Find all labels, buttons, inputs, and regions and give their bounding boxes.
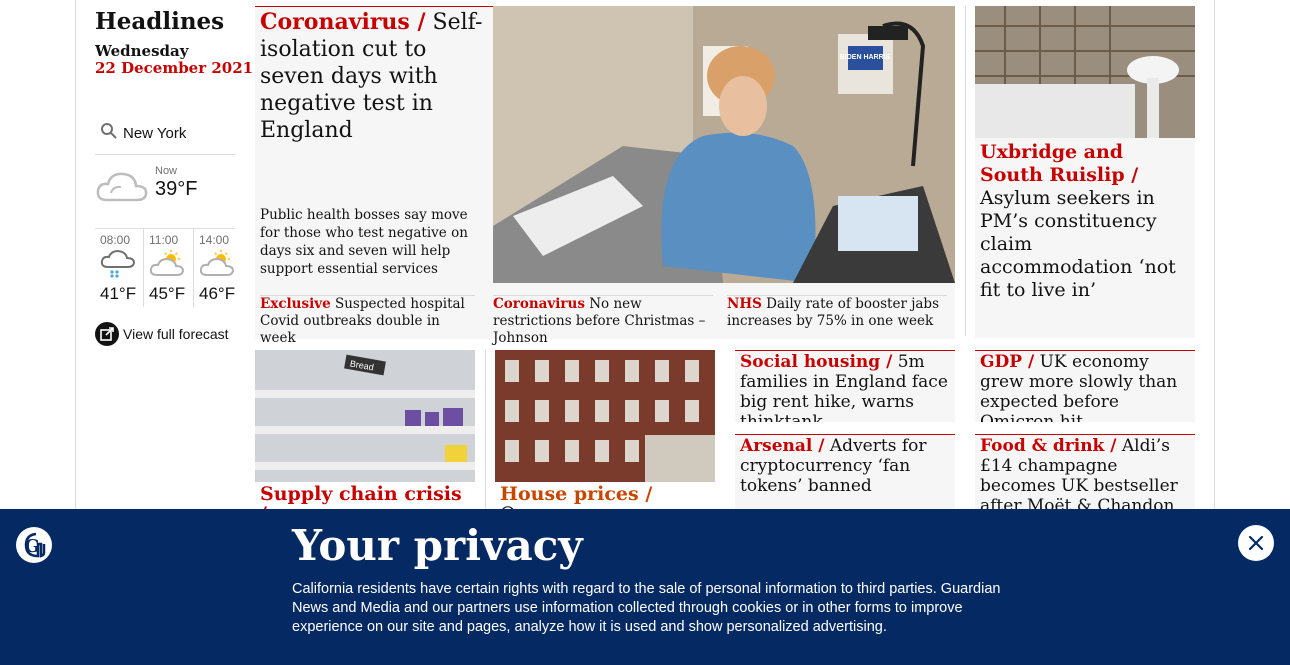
- sublink-kicker: Coronavirus: [493, 296, 585, 312]
- sublink[interactable]: Coronavirus No new restrictions before C…: [493, 295, 713, 347]
- column-divider: [485, 350, 486, 510]
- sublink[interactable]: Exclusive Suspected hospital Covid outbr…: [260, 295, 475, 347]
- lead-standfirst: Public health bosses say move for those …: [260, 207, 468, 277]
- forecast-time: 14:00: [199, 233, 230, 247]
- story-headline: Arsenal / Adverts for cryptocurrency ‘fa…: [740, 436, 940, 496]
- story-card[interactable]: Social housing / 5m families in England …: [735, 350, 955, 422]
- townhouses-photo: [495, 350, 715, 482]
- story-kicker: House prices /: [500, 483, 653, 505]
- lead-photo[interactable]: BIDEN HARRIS: [493, 6, 955, 283]
- story-kicker: Social housing /: [740, 352, 893, 372]
- weather-now: Now 39°F: [95, 160, 235, 229]
- story-kicker: Uxbridge and South Ruislip /: [980, 141, 1139, 186]
- sublink-kicker: NHS: [727, 296, 762, 312]
- section-title: Headlines: [95, 8, 225, 35]
- rain-cloud-icon: [100, 249, 136, 278]
- svg-text:G: G: [24, 536, 39, 557]
- now-temperature: 39°F: [155, 178, 198, 200]
- close-icon: [1248, 535, 1264, 551]
- poster-text: BIDEN HARRIS: [840, 54, 891, 61]
- privacy-text: California residents have certain rights…: [292, 581, 1001, 635]
- now-label: Now: [155, 165, 178, 177]
- story-headline: GDP / UK economy grew more slowly than e…: [980, 352, 1192, 422]
- column-divider: [965, 6, 966, 336]
- forecast-time: 08:00: [100, 233, 131, 247]
- guardian-logo-icon[interactable]: G: [16, 527, 52, 563]
- privacy-banner: G Your privacy California residents have…: [0, 509, 1290, 665]
- forecast-temp: 41°F: [100, 284, 137, 303]
- story-headline: Social housing / 5m families in England …: [740, 352, 952, 422]
- story-kicker: Food & drink /: [980, 436, 1117, 456]
- forecast-time: 11:00: [149, 233, 179, 247]
- story-headline-text: Asylum seekers in PM’s constituency clai…: [980, 187, 1176, 301]
- date-weekday: Wednesday: [95, 42, 189, 60]
- lead-kicker: Coronavirus /: [260, 9, 426, 35]
- sublink-kicker: Exclusive: [260, 296, 331, 312]
- story-card[interactable]: GDP / UK economy grew more slowly than e…: [975, 350, 1195, 422]
- external-link-icon: [95, 322, 119, 346]
- search-icon: [101, 123, 117, 139]
- story-headline: Uxbridge and South Ruislip / Asylum seek…: [980, 141, 1180, 302]
- story-kicker: GDP /: [980, 352, 1035, 372]
- story-card[interactable]: Uxbridge and South Ruislip / Asylum seek…: [975, 6, 1195, 338]
- privacy-title: Your privacy: [292, 521, 583, 570]
- bathroom-photo: [975, 6, 1195, 138]
- forecast-slot: 08:00 41°F: [95, 229, 141, 307]
- story-kicker: Arsenal /: [740, 436, 825, 456]
- sublink[interactable]: NHS Daily rate of booster jabs increases…: [727, 295, 947, 330]
- story-card[interactable]: Food & drink / Aldi’s £14 champagne beco…: [975, 434, 1195, 515]
- forecast-temp: 46°F: [199, 284, 236, 303]
- location-name: New York: [123, 125, 187, 142]
- forecast-slot: 11:00 45°F: [143, 229, 190, 307]
- story-card[interactable]: Arsenal / Adverts for cryptocurrency ‘fa…: [735, 434, 955, 515]
- view-forecast-label: View full forecast: [123, 326, 229, 342]
- cloud-icon: [96, 172, 148, 202]
- story-headline: Food & drink / Aldi’s £14 champagne beco…: [980, 436, 1192, 515]
- close-button[interactable]: [1238, 525, 1274, 561]
- date-full: 22 December 2021: [95, 59, 254, 77]
- sun-cloud-icon: [149, 250, 185, 276]
- forecast-slot: 14:00 46°F: [193, 229, 240, 307]
- empty-shelves-photo: Bread: [255, 350, 475, 482]
- view-full-forecast-link[interactable]: View full forecast: [95, 322, 237, 346]
- weather-location-search[interactable]: New York: [95, 116, 235, 155]
- story-card[interactable]: Bread Supply chain crisis /: [255, 350, 475, 520]
- story-card[interactable]: House prices / Oscar: [495, 350, 715, 520]
- forecast-temp: 45°F: [149, 284, 186, 303]
- sun-cloud-icon: [199, 250, 235, 276]
- lead-headline: Coronavirus / Self-isolation cut to seve…: [260, 9, 485, 144]
